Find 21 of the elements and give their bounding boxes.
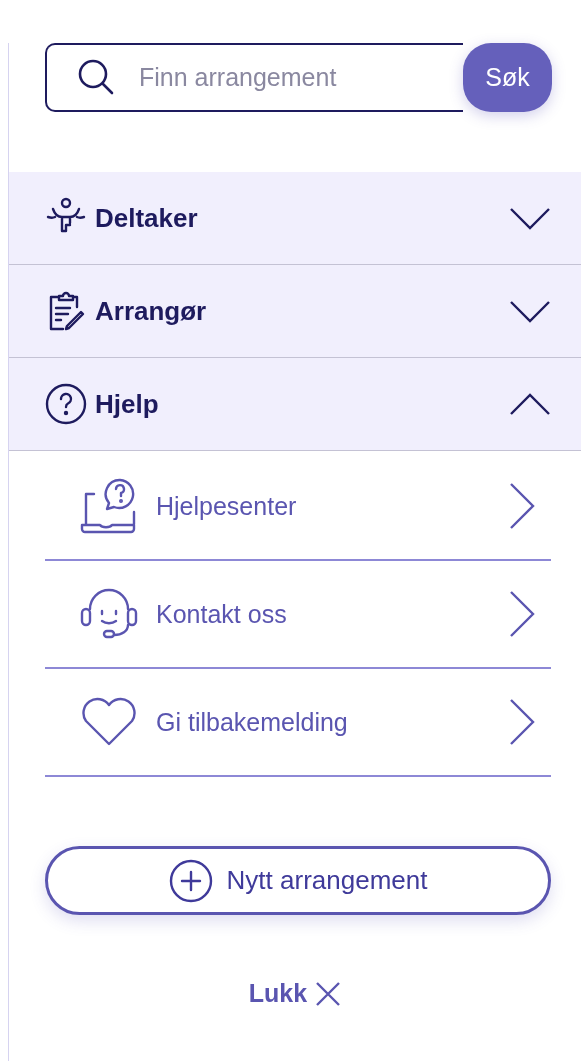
chevron-right-icon — [509, 590, 537, 638]
chevron-down-icon — [509, 206, 551, 230]
chevron-up-icon — [509, 392, 551, 416]
menu-link[interactable]: Gi tilbakemelding — [45, 669, 551, 777]
chevron-right-icon — [509, 482, 537, 530]
chevron-right-icon — [509, 698, 537, 746]
menu-link[interactable]: Hjelpesenter — [45, 453, 551, 561]
new-event-button[interactable]: Nytt arrangement — [45, 846, 551, 915]
section-header[interactable]: Arrangør — [9, 265, 581, 358]
close-button[interactable]: Lukk — [242, 978, 348, 1009]
plus-circle-icon — [168, 858, 213, 903]
laptop-help-icon — [80, 478, 138, 534]
menu-link[interactable]: Kontakt oss — [45, 561, 551, 669]
heart-icon — [80, 697, 138, 747]
search-field[interactable]: Finn arrangement — [45, 43, 463, 112]
section-header[interactable]: Deltaker — [9, 172, 581, 265]
close-icon — [315, 980, 342, 1007]
search-button[interactable]: Søk — [463, 43, 552, 112]
question-icon — [45, 383, 87, 425]
chevron-down-icon — [509, 299, 551, 323]
section-header[interactable]: Hjelp — [9, 358, 581, 451]
